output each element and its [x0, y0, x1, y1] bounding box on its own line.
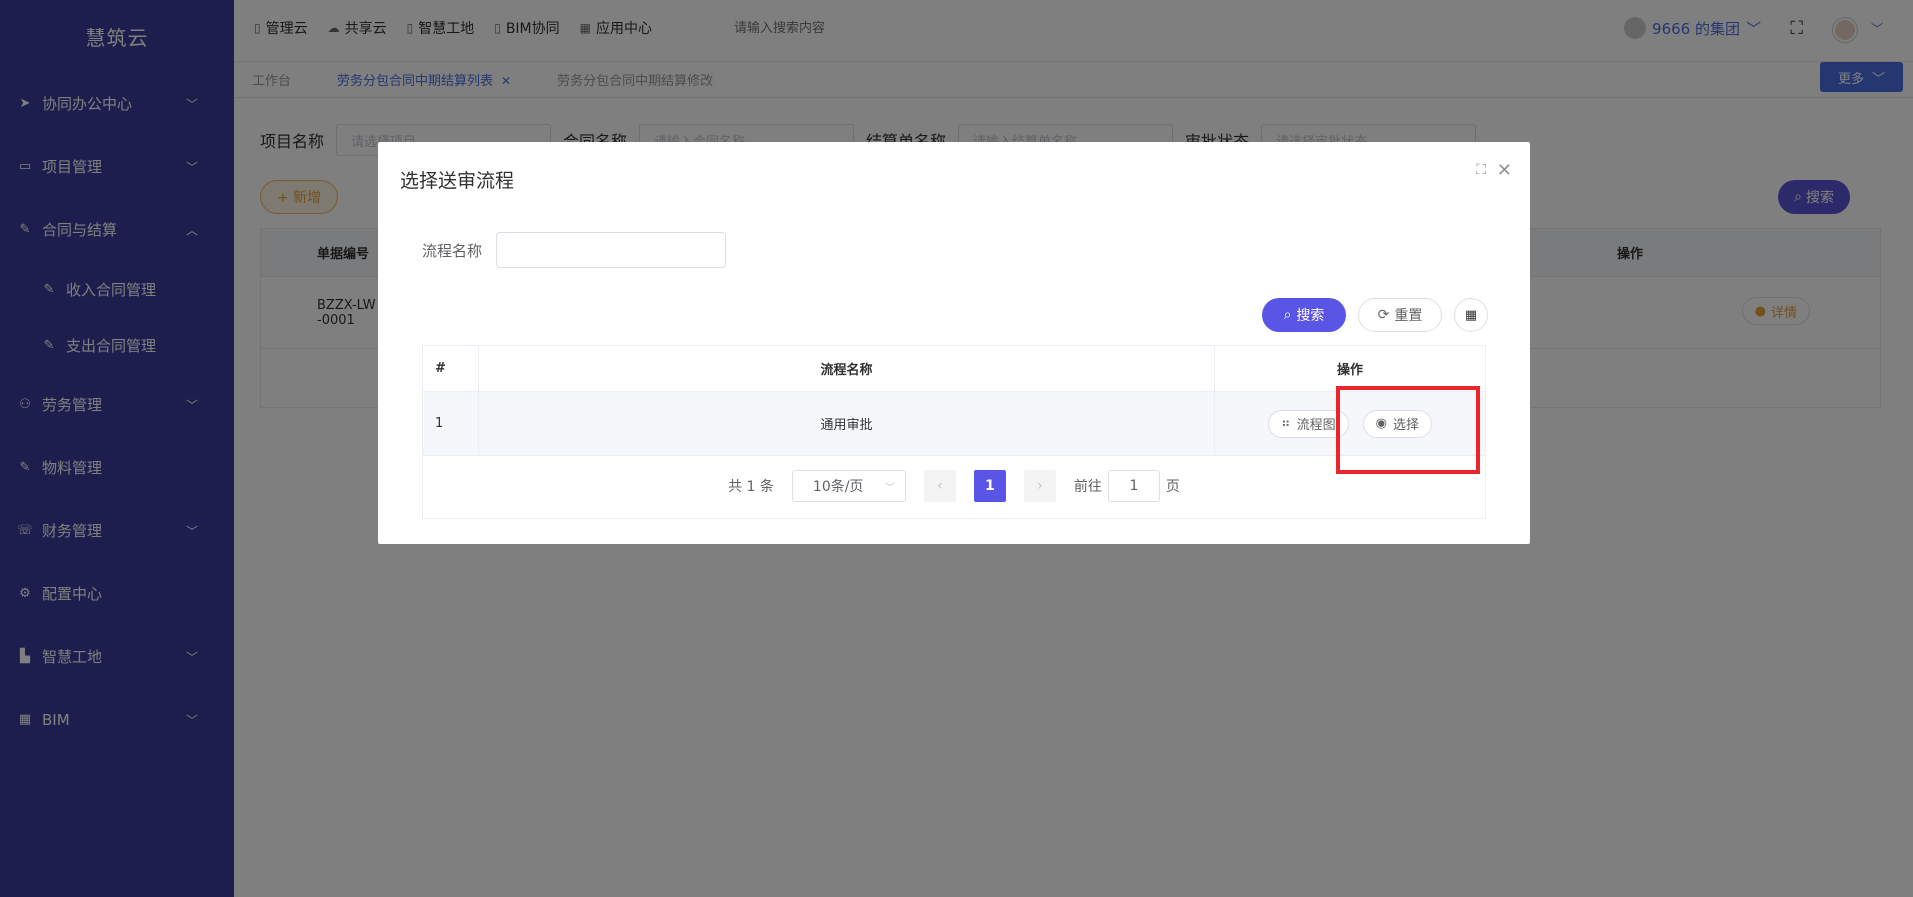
flow-name-label: 流程名称 [422, 241, 483, 260]
dialog-search-button[interactable]: ⌕ 搜索 [1262, 298, 1346, 332]
page-size-select[interactable]: 10条/页 ﹀ [791, 470, 906, 502]
goto-page-input[interactable]: 1 [1107, 470, 1160, 502]
page-number-current[interactable]: 1 [973, 470, 1006, 502]
pagination: 共 1 条 10条/页 ﹀ ‹ 1 › 前往 1 页 [423, 470, 1485, 502]
table-header: # 流程名称 操作 [423, 346, 1485, 392]
page-unit: 页 [1165, 479, 1180, 495]
page-size-value: 10条/页 [812, 479, 864, 495]
columns-grid-icon[interactable]: ▦ [1454, 298, 1488, 332]
flowchart-icon: ⠶ [1281, 416, 1291, 431]
cell-index: 1 [423, 392, 479, 455]
column-header-op: 操作 [1336, 363, 1363, 378]
goto-page: 前往 1 页 [1074, 470, 1180, 502]
dialog-reset-button[interactable]: ⟳ 重置 [1358, 298, 1442, 332]
goto-label: 前往 [1073, 479, 1102, 495]
prev-page-button[interactable]: ‹ [923, 470, 956, 502]
annotation-highlight-box [1336, 386, 1480, 474]
reset-label: 重置 [1394, 308, 1423, 324]
pager-total: 共 1 条 [728, 479, 774, 495]
close-icon[interactable]: ✕ [1497, 160, 1512, 181]
flowchart-label: 流程图 [1296, 418, 1336, 433]
column-header-index: # [423, 346, 479, 391]
chevron-down-icon: ﹀ [884, 482, 895, 494]
dialog-title: 选择送审流程 [400, 170, 515, 192]
flow-name-input[interactable] [496, 232, 727, 268]
maximize-icon[interactable]: ⛶ [1476, 162, 1486, 178]
select-flow-dialog: 选择送审流程 ⛶ ✕ 流程名称 ⌕ 搜索 ⟳ 重置 ▦ # 流程名称 操作 1 通用… [378, 142, 1530, 544]
search-label: 搜索 [1296, 308, 1325, 324]
next-page-button[interactable]: › [1023, 470, 1056, 502]
cell-flow-name: 通用审批 [479, 392, 1215, 455]
flow-table: # 流程名称 操作 1 通用审批 ⠶ 流程图 ◉ 选择 共 1 条 10条/页 ﹀ ‹… [422, 345, 1486, 519]
column-header-name: 流程名称 [479, 346, 1215, 391]
dialog-filter: 流程名称 [422, 232, 727, 268]
refresh-icon: ⟳ [1377, 307, 1390, 323]
table-row: 1 通用审批 ⠶ 流程图 ◉ 选择 [423, 392, 1485, 456]
search-icon: ⌕ [1283, 307, 1292, 323]
